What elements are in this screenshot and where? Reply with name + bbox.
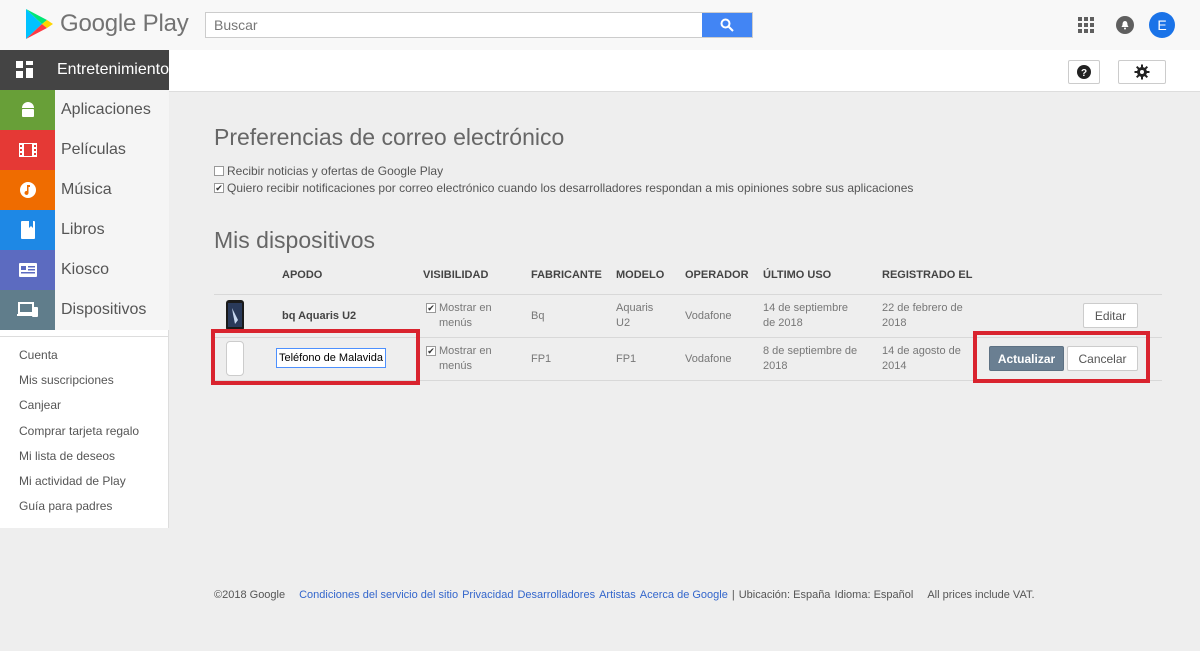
android-icon [0,90,55,130]
sidebar-link-guia-padres[interactable]: Guía para padres [19,499,112,513]
footer-link-terms[interactable]: Condiciones del servicio del sitio [299,589,458,601]
device-last-used: 8 de septiembre de 2018 [763,345,858,372]
visibility-label: Mostrar en menús [439,345,492,372]
highlight-box-actions [973,331,1150,383]
email-option-label: Recibir noticias y ofertas de Google Pla… [227,164,444,178]
search-bar [205,12,753,38]
sidebar-divider [0,336,168,337]
footer-copyright: ©2018 Google [214,589,286,601]
left-sidebar: Entretenimiento Aplicaciones Películas M… [0,50,169,528]
sidebar-item-label: Entretenimiento [50,50,169,90]
sidebar-item-kiosco[interactable]: Kiosco [0,250,169,290]
sidebar-item-entretenimiento[interactable]: Entretenimiento [0,50,169,90]
column-header-registrado: REGISTRADO EL [882,269,973,281]
sidebar-link-tarjeta-regalo[interactable]: Comprar tarjeta regalo [19,424,139,438]
film-icon [0,130,55,170]
email-option-label: Quiero recibir notificaciones por correo… [227,181,914,195]
sidebar-item-label: Música [55,170,169,210]
sidebar-item-musica[interactable]: Música [0,170,169,210]
device-registered: 22 de febrero de 2018 [882,302,963,329]
device-nickname: bq Aquaris U2 [282,310,357,322]
sidebar-item-label: Kiosco [55,250,169,290]
sidebar-item-peliculas[interactable]: Películas [0,130,169,170]
newsstand-icon [0,250,55,290]
device-operator: Vodafone [685,353,732,365]
checkbox-checked[interactable]: ✔ [214,183,224,193]
device-last-used: 14 de septiembre de 2018 [763,302,848,329]
device-operator: Vodafone [685,310,732,322]
footer-link-privacy[interactable]: Privacidad [462,589,513,601]
footer-link-artists[interactable]: Artistas [599,589,636,601]
gear-icon [1134,64,1150,80]
checkbox-checked[interactable]: ✔ [426,303,436,313]
page-footer: ©2018 Google Condiciones del servicio de… [214,589,1039,601]
search-button[interactable] [702,13,752,37]
google-play-logo[interactable]: Google Play [24,8,189,40]
logo-text: Google Play [60,10,189,37]
table-divider [214,294,1162,295]
footer-link-developers[interactable]: Desarrolladores [517,589,595,601]
account-avatar[interactable]: E [1149,12,1175,38]
sidebar-item-aplicaciones[interactable]: Aplicaciones [0,90,169,130]
edit-button[interactable]: Editar [1083,303,1138,328]
footer-language: Idioma: Español [834,589,914,601]
footer-link-about[interactable]: Acerca de Google [640,589,728,601]
column-header-modelo: MODELO [616,269,665,281]
music-icon [0,170,55,210]
sidebar-link-actividad[interactable]: Mi actividad de Play [19,474,126,488]
sidebar-item-dispositivos[interactable]: Dispositivos [0,290,169,330]
device-thumbnail [226,300,244,331]
search-input[interactable] [206,13,702,37]
footer-vat-note: All prices include VAT. [927,589,1035,601]
bell-icon [1121,21,1129,30]
sidebar-link-canjear[interactable]: Canjear [19,398,61,412]
content-toolbar: ? [169,50,1200,92]
sidebar-item-label: Dispositivos [55,290,169,330]
device-manufacturer: FP1 [531,353,552,365]
sidebar-item-label: Libros [55,210,169,250]
top-header: Google Play E [0,0,1200,50]
help-icon: ? [1077,65,1091,79]
sidebar-item-label: Aplicaciones [55,90,169,130]
settings-button[interactable] [1118,60,1166,84]
highlight-box-nickname [211,329,420,385]
checkbox-unchecked[interactable] [214,166,224,176]
column-header-visibilidad: VISIBILIDAD [423,269,489,281]
email-option-notifications[interactable]: ✔ Quiero recibir notificaciones por corr… [214,181,913,195]
devices-title: Mis dispositivos [214,227,376,253]
visibility-toggle[interactable]: ✔ Mostrar en menús [426,344,499,374]
notifications-bell-icon[interactable] [1116,16,1134,34]
grid-icon [0,50,51,90]
devices-icon [0,290,55,330]
device-registered: 14 de agosto de 2014 [882,345,961,372]
sidebar-item-label: Películas [55,130,169,170]
svg-text:?: ? [1081,68,1087,79]
device-model: FP1 [616,353,637,365]
email-prefs-title: Preferencias de correo electrónico [214,124,565,150]
help-button[interactable]: ? [1068,60,1100,84]
sidebar-link-lista-deseos[interactable]: Mi lista de deseos [19,449,115,463]
column-header-ultimo-uso: ÚLTIMO USO [763,269,832,281]
email-option-news[interactable]: Recibir noticias y ofertas de Google Pla… [214,164,443,178]
footer-separator: | [731,589,735,601]
column-header-apodo: APODO [282,269,323,281]
column-header-fabricante: FABRICANTE [531,269,602,281]
sidebar-link-cuenta[interactable]: Cuenta [19,348,58,362]
play-logo-icon [26,9,53,39]
checkbox-checked[interactable]: ✔ [426,346,436,356]
device-model: Aquaris U2 [616,302,654,329]
column-header-operador: OPERADOR [685,269,749,281]
book-icon [0,210,55,250]
sidebar-link-suscripciones[interactable]: Mis suscripciones [19,373,114,387]
apps-grid-icon[interactable] [1078,17,1094,33]
footer-location: Ubicación: España [738,589,831,601]
search-icon [720,18,734,32]
device-manufacturer: Bq [531,310,545,322]
visibility-toggle[interactable]: ✔ Mostrar en menús [426,301,499,331]
visibility-label: Mostrar en menús [439,302,492,329]
sidebar-item-libros[interactable]: Libros [0,210,169,250]
